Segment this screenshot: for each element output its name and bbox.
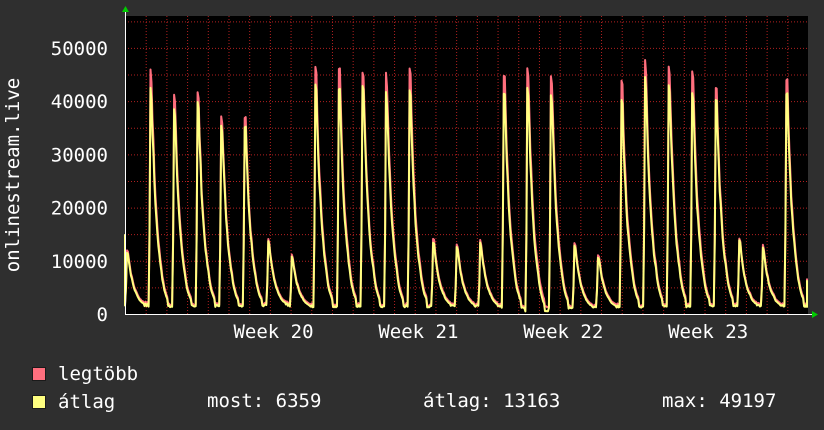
- legend-item-atlag: átlag: [32, 391, 115, 413]
- legend-item-legtobb: legtöbb: [32, 363, 138, 385]
- legend-label-atlag: átlag: [58, 391, 116, 413]
- x-tick-label: Week 20: [233, 321, 313, 343]
- atlag-swatch: [32, 395, 46, 409]
- stat-max: max: 49197: [662, 390, 777, 412]
- x-tick-label: Week 22: [523, 321, 603, 343]
- y-tick-label: 40000: [51, 91, 108, 113]
- stat-average: átlag: 13163: [423, 390, 561, 412]
- y-tick-label: 50000: [51, 38, 108, 60]
- x-tick-label: Week 23: [668, 321, 748, 343]
- plot-area: [125, 16, 808, 314]
- y-axis-label: onlinestream.live: [2, 78, 24, 272]
- stat-current: most: 6359: [207, 390, 322, 412]
- y-tick-label: 20000: [51, 198, 108, 220]
- y-tick-label: 30000: [51, 144, 108, 166]
- x-axis-arrow: [812, 311, 818, 318]
- legtobb-swatch: [32, 367, 46, 381]
- y-tick-label: 10000: [51, 251, 108, 273]
- x-tick-label: Week 21: [378, 321, 458, 343]
- y-axis-arrow: [122, 6, 129, 12]
- y-tick-label: 0: [97, 304, 108, 326]
- legend-label-legtobb: legtöbb: [58, 363, 139, 385]
